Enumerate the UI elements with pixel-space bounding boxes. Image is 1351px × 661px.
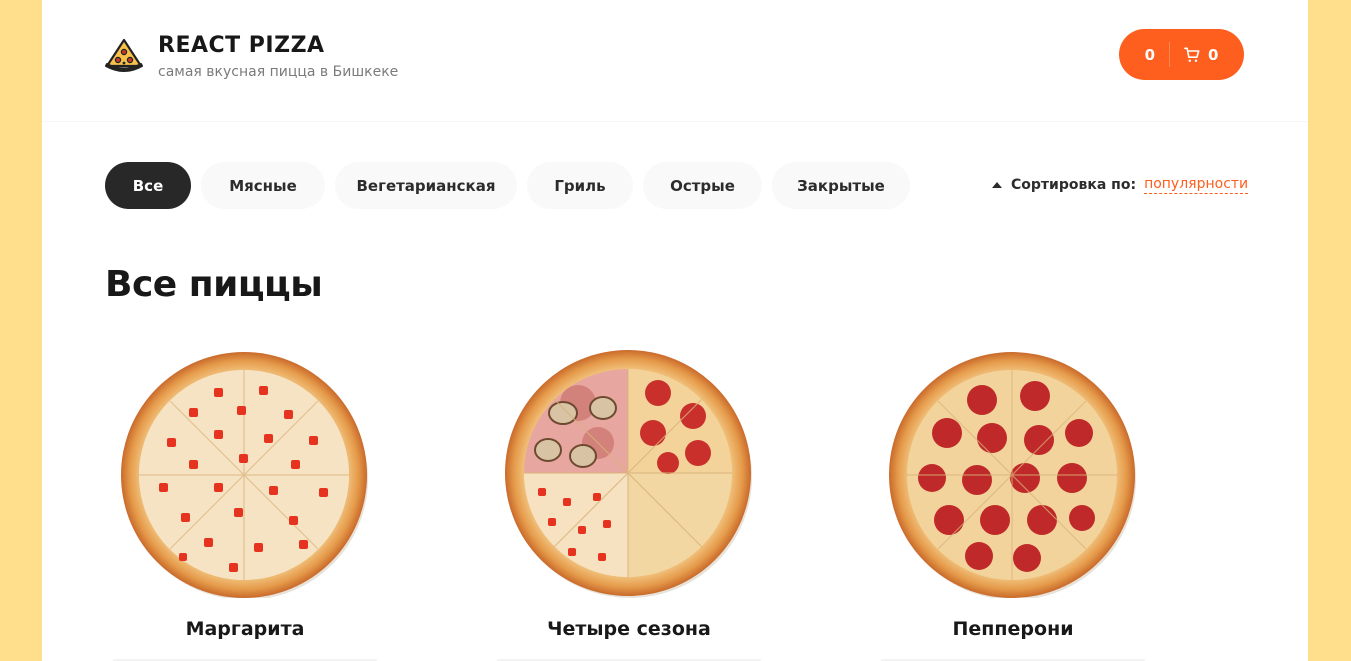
pizza-card-margherita: Маргарита bbox=[105, 346, 385, 661]
sort-value-dropdown[interactable]: популярности bbox=[1144, 176, 1249, 194]
category-spicy[interactable]: Острые bbox=[643, 162, 762, 209]
category-vegetarian[interactable]: Вегетарианская bbox=[335, 162, 517, 209]
pizza-slice-icon bbox=[105, 38, 143, 72]
cart-button[interactable]: 0 0 bbox=[1119, 29, 1244, 80]
cart-count: 0 bbox=[1208, 45, 1219, 64]
logo-title: REACT PIZZA bbox=[158, 33, 325, 58]
category-all[interactable]: Все bbox=[105, 162, 191, 209]
cart-price: 0 bbox=[1144, 45, 1155, 64]
pizza-name: Пепперони bbox=[952, 618, 1074, 640]
category-label: Мясные bbox=[229, 176, 297, 195]
pizza-name: Четыре сезона bbox=[547, 618, 711, 640]
category-closed[interactable]: Закрытые bbox=[772, 162, 910, 209]
header: REACT PIZZA самая вкусная пицца в Бишкек… bbox=[42, 0, 1308, 122]
pizza-pepperoni-image[interactable] bbox=[887, 348, 1137, 598]
sort-arrow-icon[interactable] bbox=[992, 182, 1002, 188]
category-label: Все bbox=[132, 176, 164, 195]
sort-control: Сортировка по: популярности bbox=[992, 176, 1249, 194]
category-label: Гриль bbox=[554, 176, 606, 195]
pizza-card-pepperoni: Пепперони bbox=[873, 346, 1153, 661]
category-grill[interactable]: Гриль bbox=[527, 162, 633, 209]
sort-label: Сортировка по: bbox=[1011, 177, 1137, 193]
pizza-name: Маргарита bbox=[185, 618, 305, 640]
cart-divider bbox=[1169, 42, 1170, 67]
page-wrapper: REACT PIZZA самая вкусная пицца в Бишкек… bbox=[42, 0, 1308, 661]
pizza-card-four-seasons: Четыре сезона bbox=[489, 346, 769, 661]
logo-subtitle: самая вкусная пицца в Бишкеке bbox=[158, 64, 399, 80]
logo[interactable]: REACT PIZZA самая вкусная пицца в Бишкек… bbox=[104, 34, 398, 80]
category-label: Острые bbox=[670, 176, 735, 195]
category-meat[interactable]: Мясные bbox=[201, 162, 325, 209]
category-label: Закрытые bbox=[797, 176, 885, 195]
pizza-four-seasons-image[interactable] bbox=[503, 348, 753, 598]
page-title: Все пиццы bbox=[105, 264, 323, 305]
pizza-margherita-image[interactable] bbox=[119, 348, 369, 598]
category-label: Вегетарианская bbox=[356, 176, 496, 195]
cart-icon bbox=[1184, 47, 1200, 62]
